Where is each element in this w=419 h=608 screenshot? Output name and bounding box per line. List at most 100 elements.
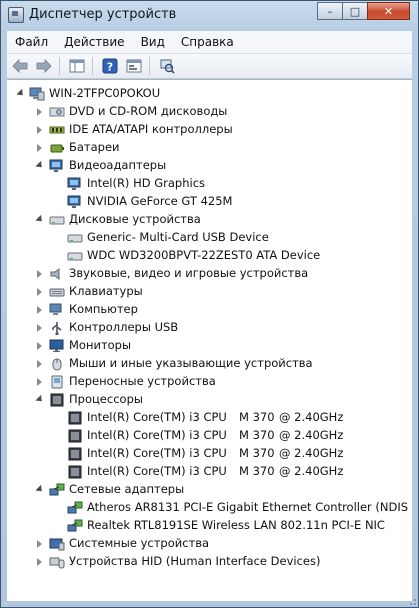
expand-arrow-icon[interactable] [37,324,42,332]
tree-category[interactable]: Звуковые, видео и игровые устройства [7,265,412,283]
console-tree-icon [126,59,142,73]
cpu-model-label: M 370 [239,446,275,460]
expand-arrow-icon[interactable] [37,378,42,386]
tree-category[interactable]: Сетевые адаптеры [7,481,412,499]
expand-arrow-icon[interactable] [37,270,42,278]
cpu-frequency-label: @ 2.40GHz [279,410,344,424]
help-button[interactable]: ? [99,56,121,76]
expand-arrow-icon[interactable] [37,360,42,368]
collapse-arrow-icon[interactable] [35,214,45,225]
scan-hardware-icon [160,59,175,74]
tree-device[interactable]: Atheros AR8131 PCI-E Gigabit Ethernet Co… [7,499,412,517]
minimize-button[interactable]: – [317,2,343,20]
expand-arrow-icon[interactable] [37,144,42,152]
collapse-arrow-icon[interactable] [35,160,45,171]
help-icon: ? [102,58,118,74]
network-adapter-icon [67,501,83,514]
tree-device-label: Intel(R) Core(TM) i3 CPU [87,410,227,424]
show-hide-console-tree-button[interactable] [66,56,88,76]
portable-device-icon [51,375,63,389]
menu-view[interactable]: Вид [133,31,173,53]
close-button[interactable]: ✕ [367,2,410,20]
menu-help[interactable]: Справка [173,31,242,53]
tree-category-label: Видеоадаптеры [69,158,167,172]
expand-arrow-icon[interactable] [37,342,42,350]
expand-arrow-icon[interactable] [37,108,42,116]
dvd-drive-icon [49,107,65,117]
cpu-frequency-label: @ 2.40GHz [279,428,344,442]
window-title: Диспетчер устройств [29,7,177,22]
tree-category[interactable]: Контроллеры USB [7,319,412,337]
title-bar[interactable]: Диспетчер устройств – □ ✕ [1,1,418,31]
expand-arrow-icon[interactable] [37,558,42,566]
device-tree[interactable]: WIN-2TFPC0POKOU DVD и CD-ROM дисководы ID… [7,79,412,601]
expand-arrow-icon[interactable] [37,540,42,548]
network-adapter-icon [49,483,65,496]
tree-device-label: WDC WD3200BPVT-22ZEST0 ATA Device [87,248,321,262]
tree-category[interactable]: Процессоры [7,391,412,409]
ide-controller-icon [49,126,65,134]
collapse-arrow-icon[interactable] [35,484,45,495]
tree-device[interactable]: Intel(R) Core(TM) i3 CPU M 370 @ 2.40GHz [7,427,412,445]
tree-device-label: Atheros AR8131 PCI-E Gigabit Ethernet Co… [87,500,412,514]
tree-category[interactable]: Клавиатуры [7,283,412,301]
toolbar-separator [59,57,60,75]
expand-arrow-icon[interactable] [37,126,42,134]
tree-category-label: IDE ATA/ATAPI контроллеры [69,122,233,136]
tree-category[interactable]: Мыши и иные указывающие устройства [7,355,412,373]
tree-device-label: Generic- Multi-Card USB Device [87,230,269,244]
device-manager-window: Диспетчер устройств – □ ✕ Файл Действие … [0,0,419,608]
expand-arrow-icon[interactable] [37,288,42,296]
cpu-frequency-label: @ 2.40GHz [279,446,344,460]
expand-arrow-icon[interactable] [37,306,42,314]
processor-icon [50,393,64,407]
tree-category[interactable]: Системные устройства [7,535,412,553]
tree-device[interactable]: WDC WD3200BPVT-22ZEST0 ATA Device [7,247,412,265]
tree-device-label: Intel(R) HD Graphics [87,176,206,190]
tree-root[interactable]: WIN-2TFPC0POKOU [7,85,412,103]
tree-category[interactable]: Батареи [7,139,412,157]
tree-device[interactable]: Intel(R) Core(TM) i3 CPU M 370 @ 2.40GHz [7,409,412,427]
back-button[interactable] [9,56,31,76]
svg-text:?: ? [107,61,113,74]
window-controls: – □ ✕ [317,2,410,20]
tree-device[interactable]: Intel(R) Core(TM) i3 CPU M 370 @ 2.40GHz [7,445,412,463]
tree-category[interactable]: Дисковые устройства [7,211,412,229]
computer-icon [49,303,62,315]
console-tree-button[interactable] [123,56,145,76]
cpu-model-label: M 370 [239,428,275,442]
menu-action[interactable]: Действие [56,31,132,53]
tree-category[interactable]: IDE ATA/ATAPI контроллеры [7,121,412,139]
tree-device-label: Realtek RTL8191SE Wireless LAN 802.11n P… [87,518,385,532]
collapse-arrow-icon[interactable] [35,394,45,405]
scan-hardware-button[interactable] [156,56,178,76]
display-adapter-icon [67,177,81,190]
tree-device[interactable]: Intel(R) Core(TM) i3 CPU M 370 @ 2.40GHz [7,463,412,481]
tree-device[interactable]: NVIDIA GeForce GT 425M [7,193,412,211]
menu-file[interactable]: Файл [7,31,56,53]
forward-button[interactable] [33,56,55,76]
tree-root-label: WIN-2TFPC0POKOU [49,86,161,100]
tree-category[interactable]: DVD и CD-ROM дисководы [7,103,412,121]
cpu-frequency-label: @ 2.40GHz [279,464,344,478]
tree-category[interactable]: Компьютер [7,301,412,319]
monitor-icon [49,339,64,352]
tree-category-label: Мыши и иные указывающие устройства [69,356,313,370]
maximize-button[interactable]: □ [342,2,368,20]
resize-grip-icon[interactable] [405,594,417,606]
toolbar: ? [7,54,412,79]
tree-category[interactable]: Мониторы [7,337,412,355]
tree-category-label: Сетевые адаптеры [69,482,185,496]
collapse-arrow-icon[interactable] [16,88,26,99]
tree-category[interactable]: Переносные устройства [7,373,412,391]
tree-device[interactable]: Generic- Multi-Card USB Device [7,229,412,247]
tree-device[interactable]: Intel(R) HD Graphics [7,175,412,193]
tree-device-label: NVIDIA GeForce GT 425M [87,194,233,208]
tree-category[interactable]: Устройства HID (Human Interface Devices) [7,553,412,571]
disk-drive-icon [67,252,83,261]
tree-device[interactable]: Realtek RTL8191SE Wireless LAN 802.11n P… [7,517,412,535]
processor-icon [68,465,82,479]
tree-category-label: Устройства HID (Human Interface Devices) [69,554,321,568]
hid-device-icon [49,557,65,569]
tree-category[interactable]: Видеоадаптеры [7,157,412,175]
